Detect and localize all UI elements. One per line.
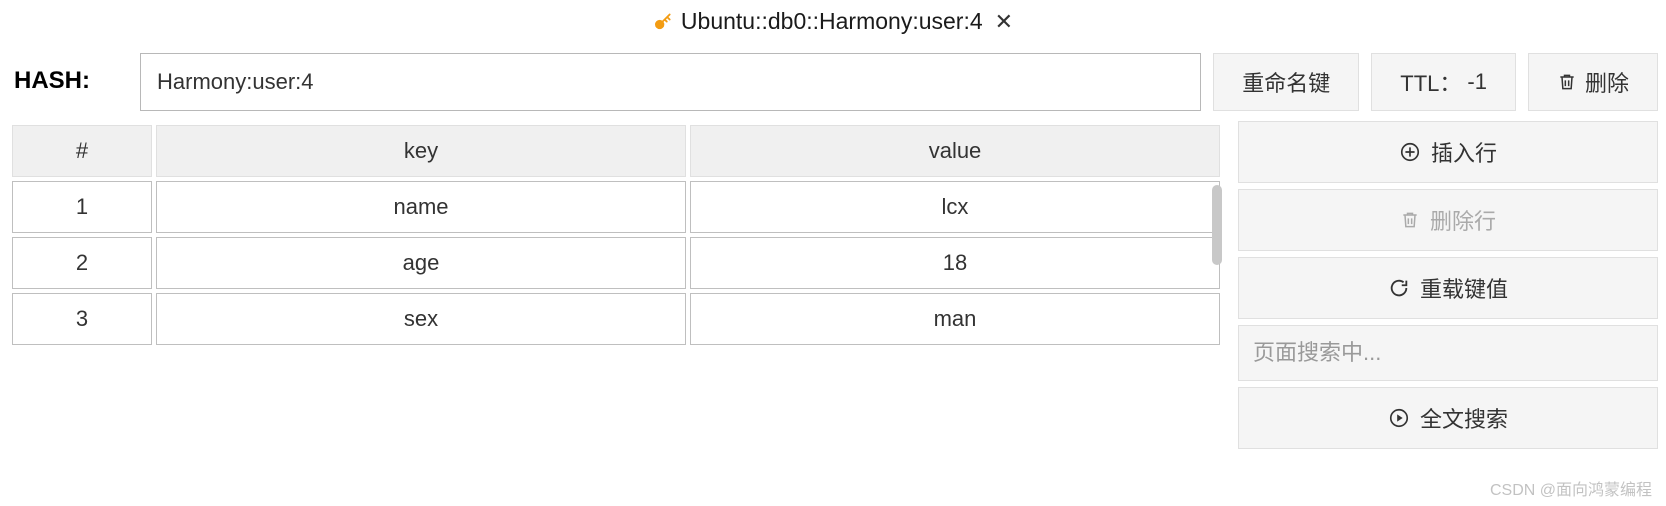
- reload-icon: [1388, 277, 1410, 299]
- ttl-display[interactable]: TTL： -1: [1371, 53, 1516, 111]
- ttl-label: TTL：: [1400, 66, 1461, 98]
- tab-bar: Ubuntu::db0::Harmony:user:4 ✕: [0, 0, 1666, 53]
- insert-row-label: 插入行: [1431, 136, 1497, 168]
- key-icon: [653, 12, 673, 32]
- delete-row-label: 删除行: [1430, 204, 1496, 236]
- table-row[interactable]: 2 age 18: [12, 237, 1220, 289]
- cell-value: 18: [690, 237, 1220, 289]
- col-header-value[interactable]: value: [690, 125, 1220, 177]
- tab-title[interactable]: Ubuntu::db0::Harmony:user:4: [681, 8, 983, 35]
- cell-key: age: [156, 237, 686, 289]
- col-header-key[interactable]: key: [156, 125, 686, 177]
- trash-icon: [1400, 210, 1420, 230]
- rename-key-label: 重命名键: [1242, 66, 1330, 98]
- cell-key: sex: [156, 293, 686, 345]
- side-panel: 插入行 删除行 重载键值 全文搜索: [1238, 121, 1658, 449]
- cell-key: name: [156, 181, 686, 233]
- cell-index: 1: [12, 181, 152, 233]
- page-search-input[interactable]: [1238, 325, 1658, 381]
- cell-value: man: [690, 293, 1220, 345]
- key-header-row: HASH: 重命名键 TTL： -1 删除: [0, 53, 1666, 111]
- insert-row-button[interactable]: 插入行: [1238, 121, 1658, 183]
- rename-key-button[interactable]: 重命名键: [1213, 53, 1359, 111]
- hash-table-wrap: # key value 1 name lcx 2 age 18 3: [8, 121, 1224, 349]
- key-name-input[interactable]: [140, 53, 1201, 111]
- watermark: CSDN @面向鸿蒙编程: [1490, 476, 1652, 500]
- cell-index: 2: [12, 237, 152, 289]
- delete-key-label: 删除: [1585, 66, 1629, 98]
- fulltext-search-button[interactable]: 全文搜索: [1238, 387, 1658, 449]
- close-icon[interactable]: ✕: [995, 9, 1013, 35]
- hash-table: # key value 1 name lcx 2 age 18 3: [8, 121, 1224, 349]
- cell-value: lcx: [690, 181, 1220, 233]
- delete-key-button[interactable]: 删除: [1528, 53, 1658, 111]
- scrollbar-thumb[interactable]: [1212, 185, 1222, 265]
- col-header-index[interactable]: #: [12, 125, 152, 177]
- table-row[interactable]: 1 name lcx: [12, 181, 1220, 233]
- cell-index: 3: [12, 293, 152, 345]
- plus-circle-icon: [1399, 141, 1421, 163]
- main-area: # key value 1 name lcx 2 age 18 3: [0, 121, 1666, 449]
- trash-icon: [1557, 72, 1577, 92]
- table-row[interactable]: 3 sex man: [12, 293, 1220, 345]
- delete-row-button[interactable]: 删除行: [1238, 189, 1658, 251]
- reload-button[interactable]: 重载键值: [1238, 257, 1658, 319]
- play-circle-icon: [1388, 407, 1410, 429]
- ttl-value: -1: [1467, 69, 1487, 95]
- type-label: HASH:: [8, 53, 128, 111]
- reload-label: 重载键值: [1420, 272, 1508, 304]
- fulltext-search-label: 全文搜索: [1420, 402, 1508, 434]
